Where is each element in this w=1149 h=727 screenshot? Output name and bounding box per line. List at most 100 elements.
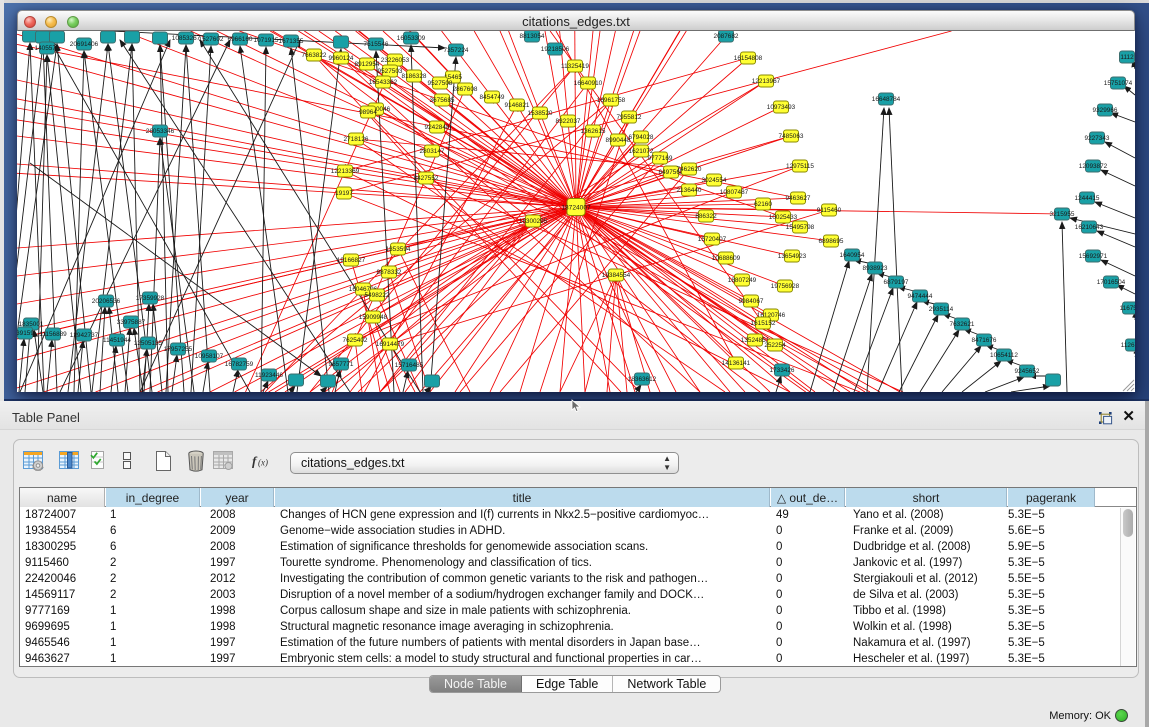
svg-text:8938923: 8938923 [863, 265, 888, 272]
svg-text:15495798: 15495798 [786, 224, 815, 231]
svg-text:16648784: 16648784 [872, 96, 901, 103]
svg-text:12213967: 12213967 [752, 78, 781, 85]
svg-text:1621072: 1621072 [629, 148, 654, 155]
svg-text:8454749: 8454749 [480, 94, 505, 101]
svg-text:6966160: 6966160 [228, 36, 253, 43]
svg-text:17359928: 17359928 [136, 295, 165, 302]
svg-text:8878332: 8878332 [377, 269, 402, 276]
svg-text:2087682: 2087682 [714, 33, 739, 40]
svg-text:1405571: 1405571 [35, 45, 60, 52]
svg-text:8471676: 8471676 [972, 337, 997, 344]
svg-text:9657771: 9657771 [329, 361, 354, 368]
svg-text:10688609: 10688609 [712, 255, 741, 262]
svg-text:9329966: 9329966 [1093, 107, 1118, 114]
svg-text:16640910: 16640910 [574, 80, 603, 87]
svg-text:19384554: 19384554 [602, 272, 631, 279]
svg-text:1733426: 1733426 [770, 367, 795, 374]
svg-text:33975887: 33975887 [117, 319, 146, 326]
svg-text:1527602: 1527602 [199, 36, 224, 43]
svg-text:19756928: 19756928 [771, 283, 800, 290]
svg-text:10654112: 10654112 [990, 352, 1018, 359]
svg-text:39159: 39159 [17, 330, 34, 337]
svg-text:8813054: 8813054 [520, 33, 545, 40]
svg-text:11325419: 11325419 [561, 63, 589, 70]
svg-text:14136141: 14136141 [722, 360, 751, 367]
svg-text:6794028: 6794028 [629, 134, 654, 141]
svg-text:9146821: 9146821 [505, 102, 530, 109]
svg-text:1538520: 1538520 [528, 110, 553, 117]
svg-text:2136440: 2136440 [677, 187, 702, 194]
svg-text:18807249: 18807249 [728, 277, 757, 284]
svg-text:9242848: 9242848 [425, 124, 450, 131]
svg-text:8322037: 8322037 [556, 118, 581, 125]
svg-text:9227343: 9227343 [1085, 135, 1110, 142]
svg-text:1362615: 1362615 [581, 128, 606, 135]
svg-text:7515546: 7515546 [364, 41, 389, 48]
svg-text:62160: 62160 [754, 201, 772, 208]
svg-text:18363612: 18363612 [628, 376, 657, 383]
svg-text:10807487: 10807487 [720, 189, 749, 196]
svg-text:26053346: 26053346 [146, 128, 175, 135]
svg-text:252254: 252254 [764, 342, 786, 349]
svg-text:16961758: 16961758 [597, 97, 626, 104]
svg-text:19197: 19197 [335, 190, 353, 197]
svg-text:2718126: 2718126 [344, 136, 369, 143]
svg-text:16154808: 16154808 [734, 55, 763, 62]
svg-text:15720407: 15720407 [698, 236, 727, 243]
svg-text:9115460: 9115460 [817, 207, 842, 214]
svg-text:10025433: 10025433 [769, 214, 798, 221]
svg-text:20691406: 20691406 [70, 41, 99, 48]
svg-text:9474444: 9474444 [908, 293, 933, 300]
svg-text:1353594: 1353594 [386, 246, 411, 253]
svg-text:11156889: 11156889 [39, 331, 67, 338]
svg-text:16914479: 16914479 [376, 341, 405, 348]
svg-text:7663822: 7663822 [302, 52, 327, 59]
svg-text:3024554: 3024554 [702, 177, 727, 184]
svg-text:16782759: 16782759 [225, 361, 254, 368]
svg-text:19166827: 19166827 [337, 257, 366, 264]
svg-text:9527503: 9527503 [378, 68, 403, 75]
svg-text:6898695: 6898695 [819, 238, 844, 245]
svg-text:1126753: 1126753 [1121, 342, 1135, 349]
svg-text:16543362: 16543362 [369, 79, 398, 86]
svg-text:8912954: 8912954 [355, 61, 380, 68]
svg-text:5498222: 5498222 [365, 292, 390, 299]
svg-text:886322: 886322 [695, 213, 717, 220]
svg-text:17016504: 17016504 [1097, 279, 1126, 286]
svg-text:116753: 116753 [1120, 305, 1135, 312]
svg-text:7357224: 7357224 [444, 47, 469, 54]
svg-text:17957255: 17957255 [164, 346, 193, 353]
svg-text:15909948: 15909948 [359, 314, 388, 321]
svg-text:9245652: 9245652 [1015, 368, 1040, 375]
svg-text:1112: 1112 [1120, 54, 1134, 61]
svg-text:15751074: 15751074 [1104, 80, 1133, 87]
svg-text:3675685: 3675685 [430, 97, 455, 104]
svg-text:1244415: 1244415 [1075, 195, 1100, 202]
svg-text:20206536: 20206536 [92, 298, 121, 305]
svg-text:7485063: 7485063 [779, 133, 804, 140]
svg-text:19218506: 19218506 [541, 46, 570, 53]
svg-text:98964: 98964 [359, 109, 377, 116]
svg-text:11923446: 11923446 [255, 372, 283, 379]
svg-text:1071915: 1071915 [254, 37, 279, 44]
svg-text:16053309: 16053309 [397, 35, 426, 42]
svg-text:18300295: 18300295 [519, 218, 548, 225]
svg-text:15692971: 15692971 [1079, 253, 1108, 260]
svg-text:12093872: 12093872 [1079, 163, 1108, 170]
svg-text:8186328: 8186328 [402, 73, 427, 80]
svg-text:2803147: 2803147 [420, 148, 445, 155]
svg-text:9777169: 9777169 [648, 155, 673, 162]
svg-text:1640954: 1640954 [840, 252, 865, 259]
svg-text:13654923: 13654923 [778, 253, 807, 260]
svg-text:23226053: 23226053 [381, 57, 410, 64]
svg-text:7462620: 7462620 [677, 166, 702, 173]
svg-text:1671355: 1671355 [279, 38, 304, 45]
svg-text:9960124: 9960124 [329, 55, 354, 62]
svg-text:16210643: 16210643 [1075, 224, 1104, 231]
svg-text:2867608: 2867608 [453, 86, 478, 93]
svg-text:12505135: 12505135 [134, 340, 163, 347]
svg-text:8427552: 8427552 [414, 175, 439, 182]
svg-text:2935114: 2935114 [929, 306, 954, 313]
svg-text:9463627: 9463627 [786, 195, 811, 202]
svg-text:10853267: 10853267 [172, 35, 201, 42]
